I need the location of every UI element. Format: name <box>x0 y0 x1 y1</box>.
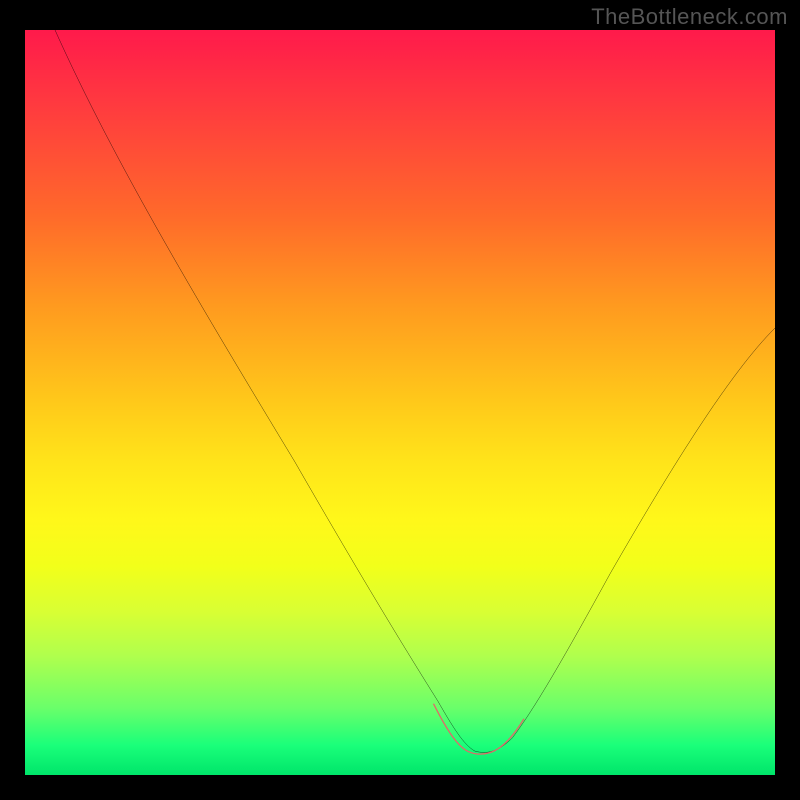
plot-area <box>25 30 775 775</box>
watermark-text: TheBottleneck.com <box>591 4 788 30</box>
bottleneck-v-curve <box>55 30 775 752</box>
chart-frame: TheBottleneck.com <box>0 0 800 800</box>
flat-bottom-highlight <box>434 704 524 754</box>
curve-layer <box>25 30 775 775</box>
